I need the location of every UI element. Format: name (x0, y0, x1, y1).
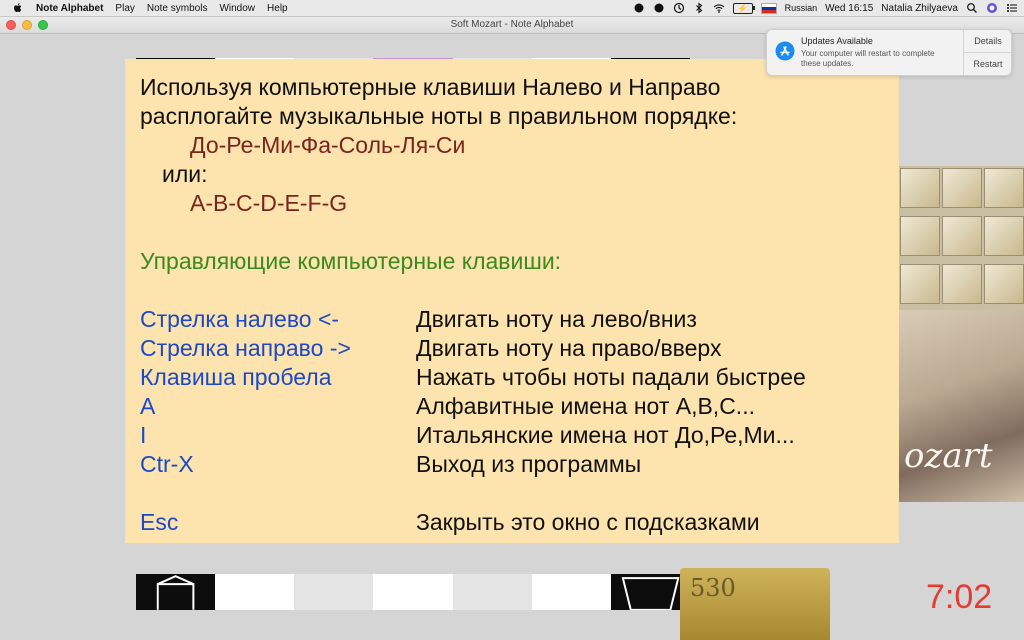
house-icon (156, 575, 195, 610)
status-area: ⚡ Russian Wed 16:15 Natalia Zhilyaeva (625, 0, 1018, 16)
control-row: Стрелка направо -> Двигать ноту на право… (140, 334, 899, 363)
note-slot (531, 574, 611, 610)
note-slot (294, 574, 374, 610)
basket-icon (621, 577, 680, 610)
wifi-icon[interactable] (713, 2, 725, 14)
menu-bar: Note Alphabet Play Note symbols Window H… (0, 0, 1024, 17)
note-slot (452, 574, 532, 610)
notification-dot-icon[interactable] (653, 2, 665, 14)
controls-heading: Управляющие компьютерные клавиши: (140, 248, 562, 274)
score-value: 530 (690, 574, 736, 602)
control-row: Стрелка налево <- Двигать ноту на лево/в… (140, 305, 899, 334)
control-key: Ctr-X (140, 451, 194, 477)
siri-icon[interactable] (986, 2, 998, 14)
restart-button[interactable]: Restart (964, 53, 1012, 75)
treasure-chest: 530 (680, 568, 830, 640)
notification-message: Your computer will restart to complete t… (801, 49, 935, 68)
record-icon[interactable] (633, 2, 645, 14)
control-desc: Двигать ноту на право/вверх (416, 335, 722, 361)
help-panel[interactable]: Используя компьютерные клавиши Налево и … (125, 59, 899, 543)
help-intro-line2: расплогайте музыкальные ноты в правильно… (140, 103, 738, 129)
control-row: I Итальянские имена нот До,Ре,Ми... (140, 421, 899, 450)
control-key: I (140, 422, 147, 448)
menu-play[interactable]: Play (115, 3, 134, 14)
basket-tile (610, 574, 690, 610)
bottom-note-strip (136, 574, 690, 610)
updates-notification[interactable]: Updates Available Your computer will res… (766, 29, 1012, 76)
control-desc: Нажать чтобы ноты падали быстрее (416, 364, 806, 390)
notification-actions: Details Restart (963, 30, 1012, 75)
menu-help[interactable]: Help (267, 3, 288, 14)
or-label: или: (162, 161, 208, 187)
letter-sequence: A-B-C-D-E-F-G (190, 190, 348, 216)
window-zoom-button[interactable] (38, 20, 48, 30)
menubar-clock[interactable]: Wed 16:15 (825, 3, 873, 14)
note-slot (373, 574, 453, 610)
russian-flag-icon[interactable] (760, 2, 777, 14)
menu-note-symbols[interactable]: Note symbols (147, 3, 208, 14)
control-desc: Двигать ноту на лево/вниз (416, 306, 697, 332)
mozart-portrait: ozart (898, 310, 1024, 502)
input-source-label[interactable]: Russian (785, 3, 818, 13)
solfege-sequence: До-Ре-Ми-Фа-Соль-Ля-Си (190, 132, 466, 158)
control-key: A (140, 393, 156, 419)
control-desc: Итальянские имена нот До,Ре,Ми... (416, 422, 795, 448)
control-key-esc: Esc (140, 509, 179, 535)
stone-tiles (898, 166, 1024, 310)
control-key: Стрелка налево <- (140, 306, 340, 332)
control-key: Клавиша пробела (140, 364, 332, 390)
control-key: Стрелка направо -> (140, 335, 351, 361)
window-title: Soft Mozart - Note Alphabet (450, 19, 574, 30)
control-desc-esc: Закрыть это окно с подсказками (416, 509, 760, 535)
details-button[interactable]: Details (964, 30, 1012, 53)
notification-title: Updates Available (801, 36, 873, 46)
control-desc: Выход из программы (416, 451, 642, 477)
mozart-signature: ozart (904, 436, 993, 476)
bluetooth-icon[interactable] (693, 2, 705, 14)
app-store-icon (775, 41, 795, 61)
help-intro-line1: Используя компьютерные клавиши Налево и … (140, 74, 721, 100)
notification-center-icon[interactable] (1006, 2, 1018, 14)
control-row: Ctr-X Выход из программы (140, 450, 899, 479)
battery-icon[interactable]: ⚡ (732, 2, 755, 14)
search-icon[interactable] (966, 2, 978, 14)
window-close-button[interactable] (6, 20, 16, 30)
close-help-row: Esc Закрыть это окно с подсказками (140, 508, 899, 537)
house-tile (136, 574, 216, 610)
menubar-user[interactable]: Natalia Zhilyaeva (881, 3, 958, 14)
control-row: Клавиша пробела Нажать чтобы ноты падали… (140, 363, 899, 392)
time-machine-icon[interactable] (673, 2, 685, 14)
control-desc: Алфавитные имена нот A,B,C... (416, 393, 755, 419)
note-slot (215, 574, 295, 610)
game-timer: 7:02 (926, 578, 993, 616)
menu-app-name[interactable]: Note Alphabet (36, 3, 103, 14)
menu-window[interactable]: Window (219, 3, 255, 14)
control-row: A Алфавитные имена нот A,B,C... (140, 392, 899, 421)
apple-menu-icon[interactable] (12, 2, 24, 14)
window-minimize-button[interactable] (22, 20, 32, 30)
